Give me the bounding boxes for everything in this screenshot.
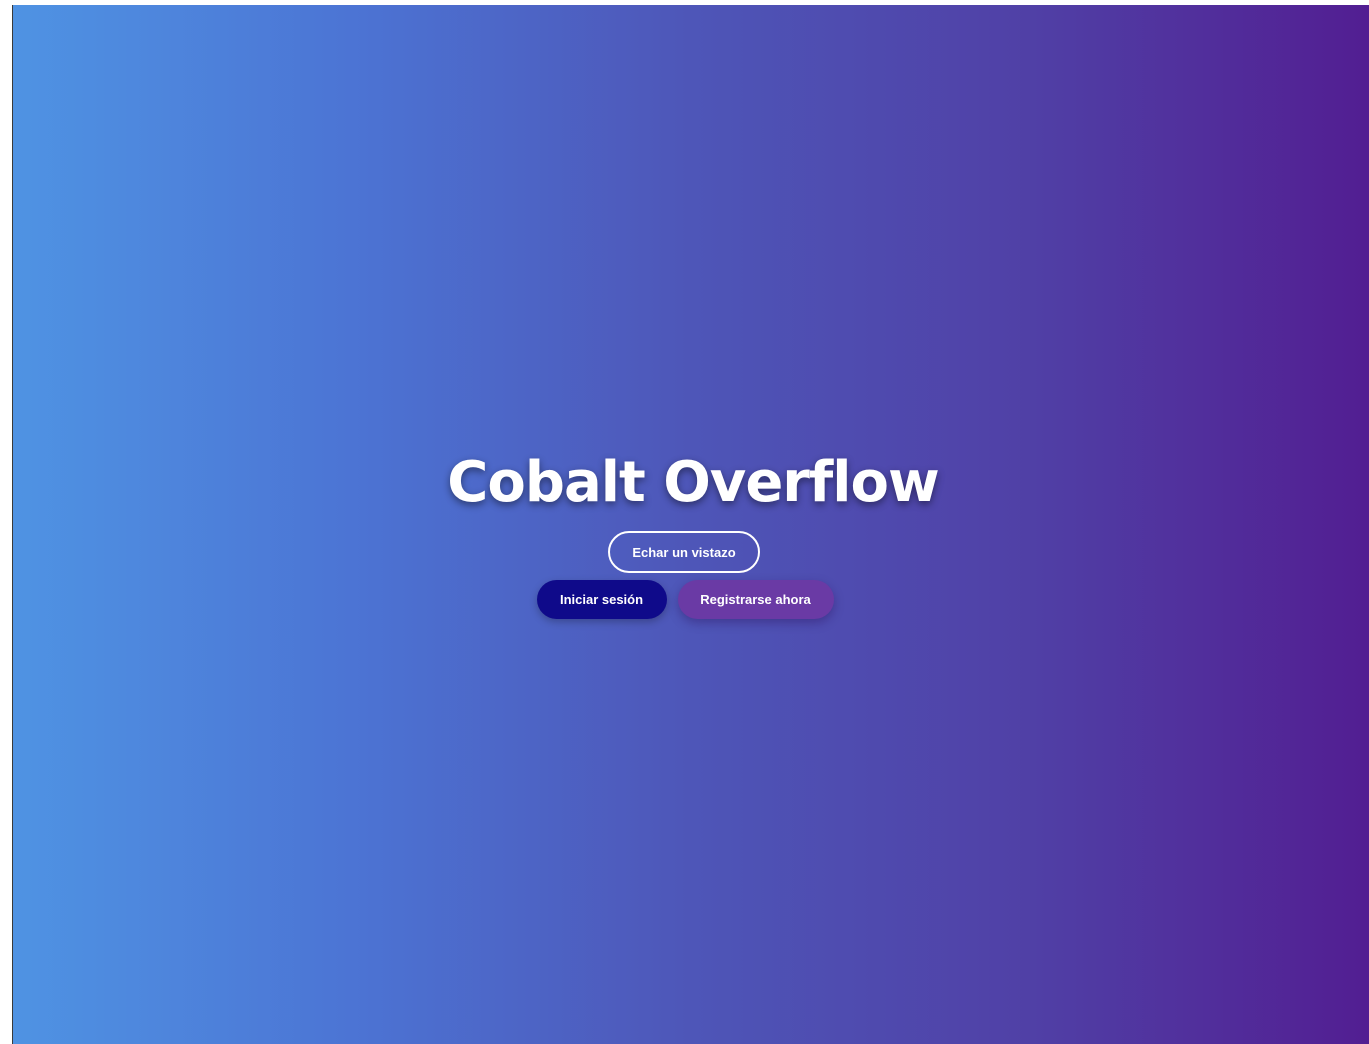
page-title: Cobalt Overflow	[447, 450, 939, 515]
browse-button[interactable]: Echar un vistazo	[608, 531, 760, 573]
landing-background: Cobalt Overflow Echar un vistazo Iniciar…	[12, 5, 1369, 1044]
hero-section: Cobalt Overflow Echar un vistazo Iniciar…	[13, 445, 1369, 619]
register-button[interactable]: Registrarse ahora	[677, 580, 834, 619]
login-button[interactable]: Iniciar sesión	[536, 580, 667, 619]
auth-button-row: Iniciar sesión Registrarse ahora	[536, 580, 834, 619]
